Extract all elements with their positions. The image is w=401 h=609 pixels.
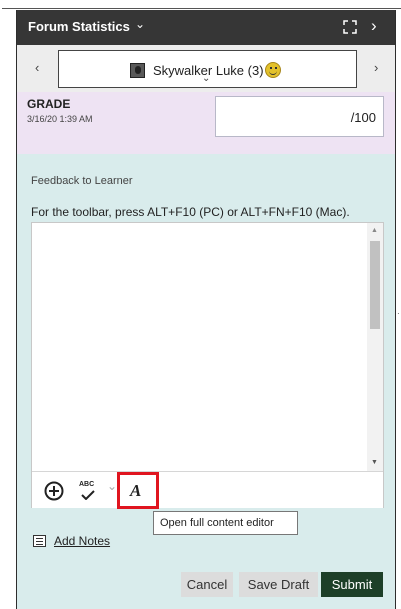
full-content-editor-button[interactable]: A [117,472,159,509]
panel-header: Forum Statistics ⌄ › [17,10,395,45]
full-editor-icon: A [130,481,142,500]
notes-icon [33,535,46,547]
grade-input[interactable]: /100 [215,96,384,137]
grade-max: /100 [350,110,376,125]
scroll-up-icon[interactable]: ▲ [371,227,378,234]
cancel-button[interactable]: Cancel [181,572,233,597]
feedback-textarea[interactable] [32,223,368,471]
window-top-border [2,0,401,9]
learner-selector[interactable]: Skywalker Luke (3) ⌄ [58,50,357,88]
grade-date: 3/16/20 1:39 AM [27,114,93,124]
tooltip: Open full content editor [153,511,298,535]
add-content-icon[interactable] [44,481,64,501]
scroll-down-icon[interactable]: ▼ [371,459,378,466]
next-learner-button[interactable]: › [374,60,378,75]
grade-section: GRADE 3/16/20 1:39 AM /100 [17,92,395,154]
submit-button[interactable]: Submit [321,572,383,597]
spellcheck-button[interactable]: ABC [79,481,97,501]
title-dropdown-icon[interactable]: ⌄ [135,17,145,31]
edge-marker: · [397,309,400,318]
previous-learner-button[interactable]: ‹ [35,60,39,75]
avatar [130,63,145,78]
panel-title[interactable]: Forum Statistics [28,19,130,34]
check-icon [81,490,95,500]
grading-panel: Forum Statistics ⌄ › ‹ Skywalker Luke (3… [16,10,396,609]
save-draft-button[interactable]: Save Draft [239,572,318,597]
smiley-icon [265,62,281,78]
scroll-thumb[interactable] [370,241,380,329]
feedback-label: Feedback to Learner [31,175,133,187]
learner-navigation: ‹ Skywalker Luke (3) ⌄ › [17,45,395,92]
editor-toolbar: ABC ⌄ A [32,471,383,509]
toolbar-hint: For the toolbar, press ALT+F10 (PC) or A… [31,205,350,219]
spellcheck-label: ABC [79,481,95,488]
feedback-editor: ▲ ▼ ABC ⌄ A [31,222,384,509]
expand-icon[interactable] [342,19,358,35]
editor-scrollbar[interactable]: ▲ ▼ [367,223,383,471]
panel-next-icon[interactable]: › [371,16,377,36]
add-notes-label: Add Notes [54,534,111,548]
spellcheck-dropdown-icon[interactable]: ⌄ [107,479,117,493]
grade-label: GRADE [27,97,71,111]
learner-dropdown-icon[interactable]: ⌄ [202,73,210,84]
